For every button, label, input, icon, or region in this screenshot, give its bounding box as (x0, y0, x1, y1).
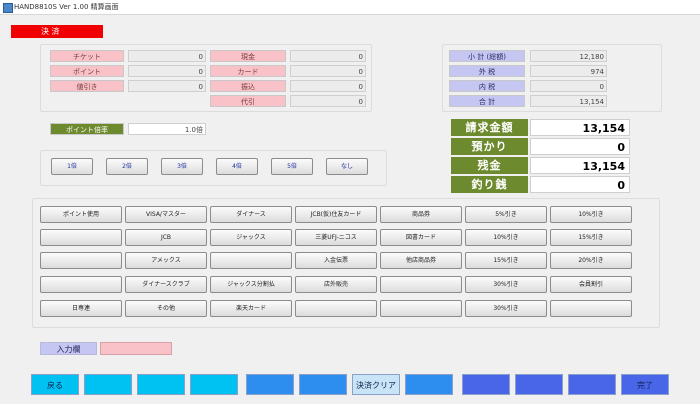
grid-button-r2c5[interactable]: 図書カード (380, 229, 462, 246)
grid-button-r1c3[interactable]: ダイナース (210, 206, 292, 223)
value-outer-tax: 974 (530, 65, 607, 77)
grid-button-r5c5[interactable] (380, 300, 462, 317)
function-button-9[interactable] (462, 374, 510, 395)
grid-button-r3c5[interactable]: 他店商品券 (380, 252, 462, 269)
complete-button[interactable]: 完了 (621, 374, 669, 395)
value-balance: 13,154 (530, 157, 630, 174)
value-deposit: 0 (530, 138, 630, 155)
grid-button-r5c4[interactable] (295, 300, 377, 317)
grid-button-r3c3[interactable] (210, 252, 292, 269)
grid-button-r3c6[interactable]: 15%引き (465, 252, 547, 269)
value-discount: 0 (128, 80, 206, 92)
grid-button-r3c1[interactable] (40, 252, 122, 269)
clear-payment-button[interactable]: 決済クリア (352, 374, 400, 395)
grid-button-r4c6[interactable]: 30%引き (465, 276, 547, 293)
value-card: 0 (290, 65, 366, 77)
label-total: 合 計 (449, 95, 525, 107)
label-billing-amount: 請求金額 (451, 119, 528, 136)
label-cod: 代引 (210, 95, 286, 107)
label-subtotal: 小 計 (総額) (449, 50, 525, 62)
title-bar: HAND8810S Ver 1.00 精算画面 (0, 0, 700, 15)
grid-button-r3c7[interactable]: 20%引き (550, 252, 632, 269)
app-icon (3, 3, 13, 13)
grid-button-r2c2[interactable]: JCB (125, 229, 207, 246)
label-outer-tax: 外 税 (449, 65, 525, 77)
function-button-8[interactable] (405, 374, 453, 395)
function-button-10[interactable] (515, 374, 563, 395)
function-button-2[interactable] (84, 374, 132, 395)
label-discount: 値引き (50, 80, 124, 92)
label-change: 釣り銭 (451, 176, 528, 193)
grid-button-r3c4[interactable]: 入金伝票 (295, 252, 377, 269)
label-point-rate: ポイント倍率 (50, 123, 124, 135)
value-ticket: 0 (128, 50, 206, 62)
grid-button-r5c3[interactable]: 楽天カード (210, 300, 292, 317)
value-transfer: 0 (290, 80, 366, 92)
value-cash: 0 (290, 50, 366, 62)
value-cod: 0 (290, 95, 366, 107)
label-card: カード (210, 65, 286, 77)
function-button-6[interactable] (299, 374, 347, 395)
value-billing-amount: 13,154 (530, 119, 630, 136)
input-label: 入力欄 (40, 342, 97, 355)
grid-button-r1c6[interactable]: 5%引き (465, 206, 547, 223)
grid-button-r5c6[interactable]: 30%引き (465, 300, 547, 317)
function-button-3[interactable] (137, 374, 185, 395)
grid-button-r4c1[interactable] (40, 276, 122, 293)
grid-button-r2c7[interactable]: 15%引き (550, 229, 632, 246)
grid-button-r2c6[interactable]: 10%引き (465, 229, 547, 246)
function-button-11[interactable] (568, 374, 616, 395)
value-subtotal: 12,180 (530, 50, 607, 62)
label-point: ポイント (50, 65, 124, 77)
value-point: 0 (128, 65, 206, 77)
label-deposit: 預かり (451, 138, 528, 155)
label-transfer: 振込 (210, 80, 286, 92)
grid-button-r3c2[interactable]: アメックス (125, 252, 207, 269)
rate-2x-button[interactable]: 2倍 (106, 158, 148, 175)
back-button[interactable]: 戻る (31, 374, 79, 395)
grid-button-r5c2[interactable]: その他 (125, 300, 207, 317)
rate-5x-button[interactable]: 5倍 (271, 158, 313, 175)
grid-button-r5c1[interactable]: 日専連 (40, 300, 122, 317)
grid-button-r4c7[interactable]: 会員割引 (550, 276, 632, 293)
value-change: 0 (530, 176, 630, 193)
function-button-4[interactable] (190, 374, 238, 395)
grid-button-r2c3[interactable]: ジャックス (210, 229, 292, 246)
payment-header: 決 済 (11, 25, 103, 38)
function-button-5[interactable] (246, 374, 294, 395)
grid-button-r1c4[interactable]: JCB(仮)住友カード (295, 206, 377, 223)
bottom-function-bar: 戻る 決済クリア 完了 (0, 368, 700, 404)
rate-3x-button[interactable]: 3倍 (161, 158, 203, 175)
grid-button-r2c4[interactable]: 三菱UFJ-ニコス (295, 229, 377, 246)
grid-button-r1c5[interactable]: 商品券 (380, 206, 462, 223)
grid-button-r1c7[interactable]: 10%引き (550, 206, 632, 223)
grid-button-r2c1[interactable] (40, 229, 122, 246)
grid-button-r4c2[interactable]: ダイナースクラブ (125, 276, 207, 293)
rate-none-button[interactable]: なし (326, 158, 368, 175)
value-point-rate: 1.0倍 (128, 123, 206, 135)
window-title: HAND8810S Ver 1.00 精算画面 (14, 3, 119, 11)
grid-button-r4c5[interactable] (380, 276, 462, 293)
label-cash: 現金 (210, 50, 286, 62)
app-window: HAND8810S Ver 1.00 精算画面 決 済 チケット 0 ポイント … (0, 0, 700, 404)
grid-button-r4c3[interactable]: ジャックス分割払 (210, 276, 292, 293)
label-balance: 残金 (451, 157, 528, 174)
payment-header-label: 決 済 (41, 27, 60, 36)
grid-button-r4c4[interactable]: 店外販売 (295, 276, 377, 293)
grid-button-r1c1[interactable]: ポイント使用 (40, 206, 122, 223)
rate-1x-button[interactable]: 1倍 (51, 158, 93, 175)
grid-button-r1c2[interactable]: VISA/マスター (125, 206, 207, 223)
rate-4x-button[interactable]: 4倍 (216, 158, 258, 175)
input-field[interactable] (100, 342, 172, 355)
label-ticket: チケット (50, 50, 124, 62)
label-inner-tax: 内 税 (449, 80, 525, 92)
value-inner-tax: 0 (530, 80, 607, 92)
grid-button-r5c7[interactable] (550, 300, 632, 317)
value-total: 13,154 (530, 95, 607, 107)
